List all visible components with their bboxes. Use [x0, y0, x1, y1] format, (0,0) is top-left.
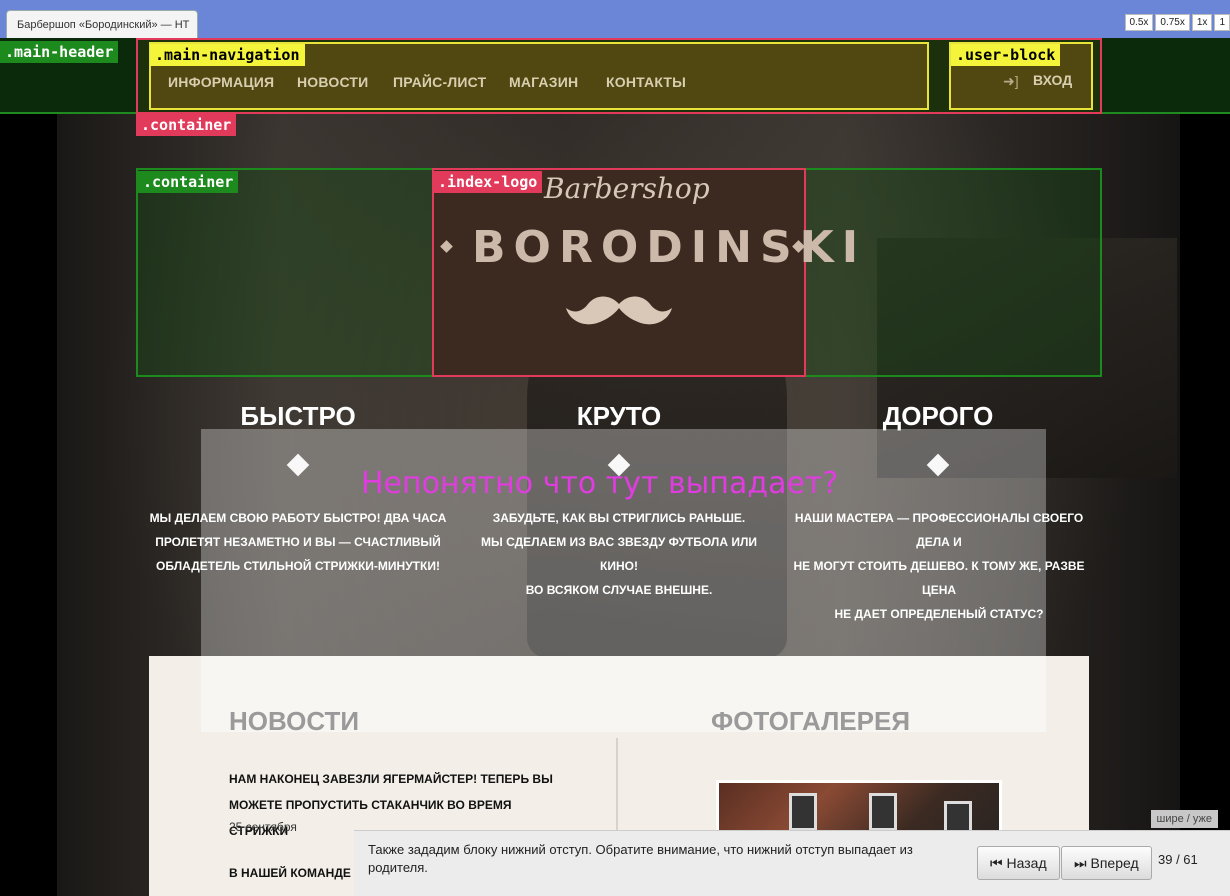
feature-text-cool: ЗАБУДЬТЕ, КАК ВЫ СТРИГЛИСЬ РАНЬШЕ. МЫ СД… [469, 506, 769, 602]
feature-text-line: НЕ МОГУТ СТОИТЬ ДЕШЕВО. К ТОМУ ЖЕ, РАЗВЕ… [793, 559, 1085, 597]
gallery-photo-window [869, 793, 897, 831]
index-logo[interactable]: Barbershop BORODINSKI [432, 168, 858, 377]
mustache-icon [566, 296, 672, 325]
feature-text-expensive: НАШИ МАСТЕРА — ПРОФЕССИОНАЛЫ СВОЕГО ДЕЛА… [789, 506, 1089, 626]
news-item-date: 25 сентября [229, 820, 297, 834]
zoom-1x-button[interactable]: 1x [1191, 14, 1213, 31]
login-link[interactable]: ВХОД [1033, 72, 1072, 88]
feature-text-line: ПРОЛЕТЯТ НЕЗАМЕТНО И ВЫ — СЧАСТЛИВЫЙ [155, 535, 441, 549]
feature-text-line: ОБЛАДЕТЕЛЬ СТИЛЬНОЙ СТРИЖКИ-МИНУТКИ! [156, 559, 440, 573]
nav-item-news[interactable]: НОВОСТИ [297, 74, 368, 90]
feature-title-cool: КРУТО [576, 401, 662, 431]
gallery-section-title: ФОТОГАЛЕРЕЯ [711, 706, 911, 736]
feature-text-line: МЫ ДЕЛАЕМ СВОЮ РАБОТУ БЫСТРО! ДВА ЧАСА [149, 511, 447, 525]
zoom-extra-button[interactable]: 1 [1214, 14, 1230, 31]
gallery-photo-window [789, 793, 817, 831]
feature-text-line: МЫ СДЕЛАЕМ ИЗ ВАС ЗВЕЗДУ ФУТБОЛА ИЛИ КИН… [481, 535, 757, 573]
slide-counter: 39 / 61 [1158, 852, 1198, 867]
zoom-0-5x-button[interactable]: 0.5x [1124, 14, 1154, 31]
news-section-title: НОВОСТИ [229, 706, 360, 736]
logo-script-text: Barbershop [544, 172, 710, 205]
news-title-line: НАМ НАКОНЕЦ ЗАВЕЗЛИ ЯГЕРМАЙСТЕР! ТЕПЕРЬ … [229, 772, 553, 786]
tab-bar: Барбершоп «Бородинский» — HT 0.5x 0.75x … [0, 0, 1230, 38]
browser-chrome: Барбершоп «Бородинский» — HT 0.5x 0.75x … [0, 0, 1230, 40]
back-button[interactable]: ⏮ Назад [977, 846, 1060, 880]
question-annotation: Непонятно что тут выпадает? [361, 466, 839, 501]
feature-text-line: НЕ ДАЕТ ОПРЕДЕЛЕНЫЙ СТАТУС? [834, 607, 1044, 621]
forward-button-label: Вперед [1090, 855, 1139, 871]
login-icon[interactable]: ➜] [1003, 74, 1019, 88]
logo-main-text: BORODINSKI [472, 222, 867, 273]
tutorial-panel: Также зададим блоку нижний отступ. Обрат… [354, 830, 1230, 896]
feature-text-line: ЗАБУДЬТЕ, КАК ВЫ СТРИГЛИСЬ РАНЬШЕ. [492, 511, 746, 525]
feature-text-fast: МЫ ДЕЛАЕМ СВОЮ РАБОТУ БЫСТРО! ДВА ЧАСА П… [148, 506, 448, 578]
logo-diamond-left-icon [440, 240, 453, 253]
nav-item-info[interactable]: ИНФОРМАЦИЯ [168, 74, 274, 90]
back-button-label: Назад [1006, 855, 1047, 871]
container-debug-label: .container [136, 114, 237, 136]
nav-item-contacts[interactable]: КОНТАКТЫ [606, 74, 686, 90]
feature-title-fast: БЫСТРО [240, 401, 356, 431]
feature-text-line: НАШИ МАСТЕРА — ПРОФЕССИОНАЛЫ СВОЕГО ДЕЛА… [794, 511, 1084, 549]
feature-title-expensive: ДОРОГО [882, 401, 994, 431]
forward-icon: ⏭ [1074, 855, 1087, 871]
back-icon: ⏮ [990, 855, 1003, 871]
tutorial-hint-text: Также зададим блоку нижний отступ. Обрат… [368, 842, 913, 875]
index-logo-debug-label: .index-logo [433, 171, 543, 193]
user-block-debug-label: .user-block [951, 44, 1061, 66]
main-navigation-debug-label: .main-navigation [150, 44, 305, 66]
zoom-0-75x-button[interactable]: 0.75x [1155, 14, 1190, 31]
main-header-debug-label: .main-header [0, 41, 119, 63]
nav-item-shop[interactable]: МАГАЗИН [509, 74, 578, 90]
page: .main-header .container ИНФОРМАЦИЯ НОВОС… [0, 38, 1230, 896]
nav-item-price[interactable]: ПРАЙС-ЛИСТ [393, 74, 486, 90]
zoom-controls: 0.5x 0.75x 1x 1 [1124, 14, 1230, 31]
wider-narrower-toggle[interactable]: шире / уже [1150, 810, 1218, 828]
feature-text-line: ВО ВСЯКОМ СЛУЧАЕ ВНЕШНЕ. [525, 583, 713, 597]
browser-tab[interactable]: Барбершоп «Бородинский» — HT [6, 10, 198, 38]
container-debug-label-2: .container [138, 171, 239, 193]
forward-button[interactable]: ⏭ Вперед [1061, 846, 1152, 880]
